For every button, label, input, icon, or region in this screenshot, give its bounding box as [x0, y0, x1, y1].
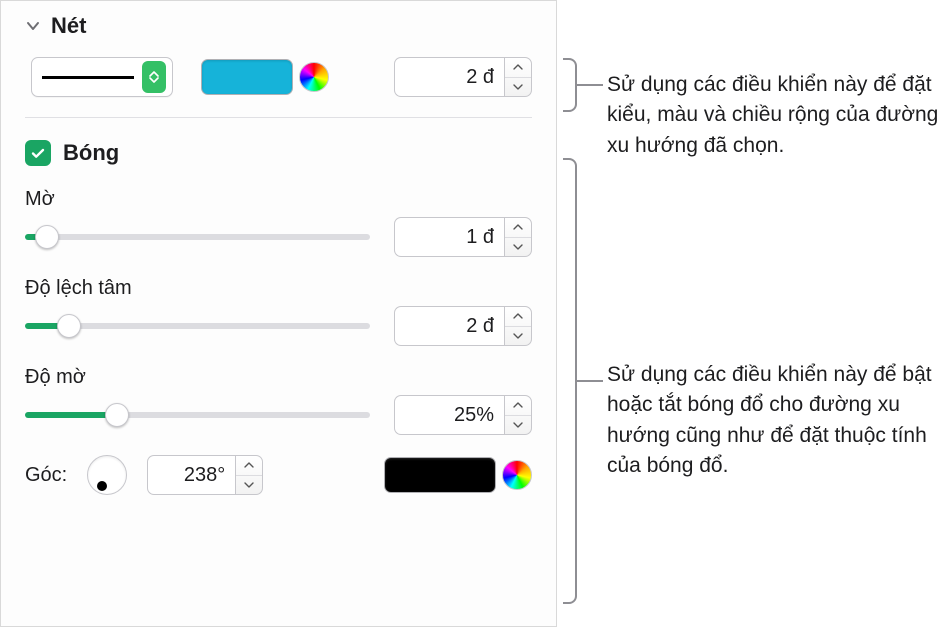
bracket-icon [563, 58, 577, 112]
bracket-icon [563, 158, 577, 604]
stepper-up-icon [505, 396, 531, 416]
stepper-up-icon [505, 307, 531, 327]
shadow-checkbox-label: Bóng [63, 140, 119, 166]
divider [25, 117, 532, 118]
callout-stroke: Sử dụng các điều khiển này để đặt kiểu, … [607, 70, 945, 161]
callouts-layer: Sử dụng các điều khiển này để đặt kiểu, … [557, 0, 945, 627]
color-wheel-icon[interactable] [299, 62, 329, 92]
stroke-style-popup[interactable] [31, 57, 173, 97]
lead-line-icon [577, 380, 603, 382]
shadow-color-well[interactable] [384, 457, 496, 493]
blur-control: Mờ [25, 188, 532, 257]
stroke-color-well[interactable] [201, 59, 293, 95]
stepper-down-icon [505, 238, 531, 257]
blur-label: Mờ [25, 188, 532, 211]
stroke-width-field[interactable] [394, 57, 504, 97]
shadow-color-group [384, 457, 532, 493]
stepper-up-icon [505, 218, 531, 238]
callout-shadow: Sử dụng các điều khiển này để bật hoặc t… [607, 360, 945, 482]
offset-label: Độ lệch tâm [25, 277, 532, 300]
stepper-down-icon [505, 327, 531, 346]
checkmark-icon [30, 145, 46, 161]
lead-line-icon [577, 84, 603, 86]
blur-slider[interactable] [25, 234, 370, 240]
stroke-width-stepper[interactable] [504, 57, 532, 97]
opacity-control: Độ mờ [25, 366, 532, 435]
angle-label: Góc: [25, 464, 67, 487]
shadow-check-row: Bóng [25, 140, 532, 166]
stroke-section-title: Nét [51, 13, 86, 39]
stepper-down-icon [236, 476, 262, 495]
stepper-up-icon [236, 456, 262, 476]
stroke-width-field-group [394, 57, 532, 97]
angle-stepper[interactable] [235, 455, 263, 495]
stroke-style-preview-icon [42, 76, 134, 79]
stepper-down-icon [505, 78, 531, 97]
opacity-stepper[interactable] [504, 395, 532, 435]
angle-field[interactable] [147, 455, 235, 495]
stepper-down-icon [505, 416, 531, 435]
opacity-field[interactable] [394, 395, 504, 435]
stroke-section-header[interactable]: Nét [25, 13, 532, 39]
shadow-checkbox[interactable] [25, 140, 51, 166]
angle-indicator-icon [97, 481, 107, 491]
blur-field[interactable] [394, 217, 504, 257]
offset-slider[interactable] [25, 323, 370, 329]
stroke-color-group [201, 59, 329, 95]
stepper-up-icon [505, 58, 531, 78]
angle-dial[interactable] [87, 455, 127, 495]
blur-stepper[interactable] [504, 217, 532, 257]
color-wheel-icon[interactable] [502, 460, 532, 490]
opacity-slider[interactable] [25, 412, 370, 418]
offset-field[interactable] [394, 306, 504, 346]
offset-control: Độ lệch tâm [25, 277, 532, 346]
stroke-controls-row [31, 57, 532, 97]
offset-stepper[interactable] [504, 306, 532, 346]
inspector-panel: Nét [0, 0, 557, 627]
chevron-down-icon [25, 18, 41, 34]
angle-control: Góc: [25, 455, 532, 495]
opacity-label: Độ mờ [25, 366, 532, 389]
popup-arrows-icon [142, 61, 166, 93]
